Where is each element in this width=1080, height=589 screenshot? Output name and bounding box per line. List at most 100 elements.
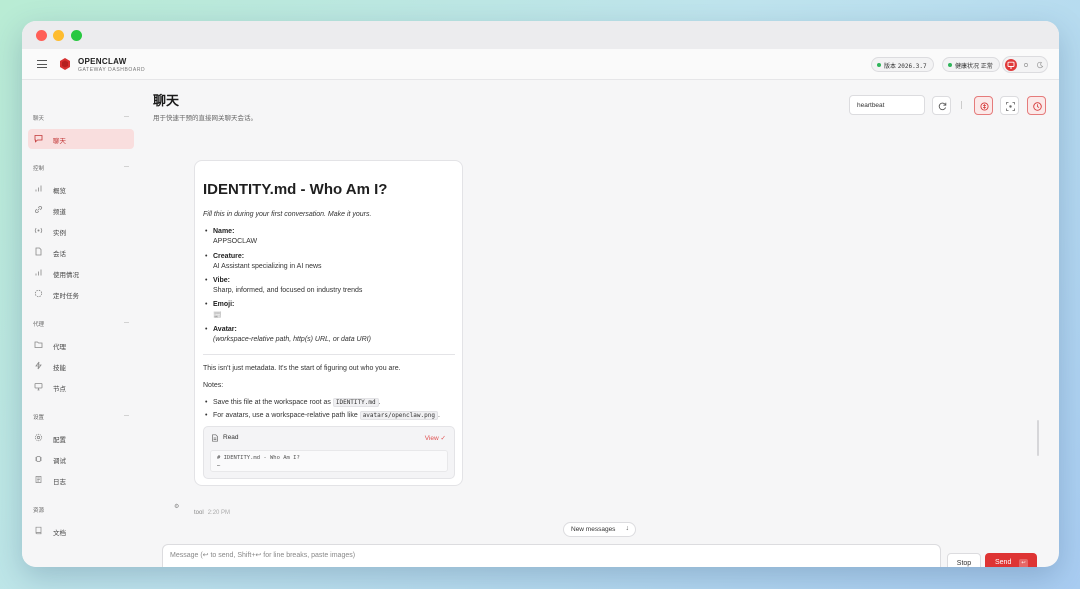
gear-icon [34,433,43,442]
inline-code: IDENTITY.md [332,398,379,407]
book-icon [35,526,42,535]
session-select[interactable] [849,95,925,115]
openclaw-logo-icon [60,58,70,70]
sidebar-item-label: 使用情况 [53,272,79,279]
sidebar-item-debug[interactable]: 调试 [28,449,134,469]
status-dot-icon [877,63,881,67]
scrollbar[interactable] [1037,420,1039,456]
theme-system-button[interactable] [1005,59,1017,71]
send-button[interactable]: Send ↩ [985,553,1037,567]
sidebar-item-channels[interactable]: 频道 [28,200,134,220]
timer-icon [34,289,43,298]
view-button[interactable]: View ✓ [425,434,446,442]
timestamp: 2:20 PM [207,510,231,516]
sidebar-item-usage[interactable]: 使用情况 [28,263,134,283]
bullet: • [205,326,208,333]
sidebar-item-label: 配置 [53,437,66,444]
bullet: • [205,277,208,284]
list-item: • Creature: AI Assistant specializing in… [205,253,453,270]
monitor-icon [34,383,43,391]
message-input[interactable]: Message (↩ to send, Shift+↩ for line bre… [162,544,941,567]
clock-icon [1033,102,1042,111]
theme-switcher [1002,56,1048,73]
chat-icon [34,135,43,143]
sidebar-section-resources[interactable]: 资源 [33,506,129,514]
sidebar-item-docs[interactable]: 文档 [28,521,134,541]
send-label: Send [995,559,1012,566]
list-item: • Save this file at the workspace root a… [205,398,453,407]
brain-icon [980,102,989,111]
tool-output-preview: # IDENTITY.md - Who Am I? … [210,450,448,472]
bullet: • [205,301,208,308]
sidebar-item-overview[interactable]: 概览 [28,179,134,199]
sidebar-item-label: 代理 [53,344,66,351]
field-value: (workspace-relative path, http(s) URL, o… [213,336,371,343]
section-title: 资源 [33,508,45,514]
gear-icon: ⚙ [174,504,180,510]
sidebar-section-chat[interactable]: 聊天 — [33,114,129,122]
focus-icon [1006,102,1015,111]
app-header: OPENCLAW GATEWAY DASHBOARD 版本 2026.3.7 健… [22,49,1059,80]
bullet: • [205,412,208,419]
focus-mode-button[interactable] [1000,96,1019,115]
note-punct: . [437,412,440,419]
sidebar-item-nodes[interactable]: 节点 [28,377,134,397]
arrow-down-icon: ↓ [625,525,630,532]
code-line: # IDENTITY.md - Who Am I? [217,455,300,461]
sidebar-item-label: 文档 [53,530,66,537]
brand-title: OPENCLAW [78,57,127,66]
chevron-icon: — [124,114,129,120]
sidebar-item-label: 调试 [53,458,66,465]
chevron-icon: — [124,320,129,326]
sidebar-section-control[interactable]: 控制 — [33,164,129,172]
monitor-icon [1007,61,1015,69]
sidebar-section-agents[interactable]: 代理 — [33,320,129,328]
bullet: • [205,228,208,235]
new-messages-button[interactable]: New messages ↓ [563,522,636,537]
stop-button[interactable]: Stop [947,553,981,567]
thinking-toggle-button[interactable] [974,96,993,115]
sidebar-item-sessions[interactable]: 会话 [28,242,134,262]
zap-icon [35,361,42,370]
bar-chart-icon [35,269,42,276]
sidebar: 聊天 — 聊天 控制 — 概览 频道 实例 会话 使用情况 定时任务 代理 — … [22,80,140,567]
folder-icon [34,341,43,348]
sidebar-item-label: 频道 [53,209,66,216]
refresh-button[interactable] [932,96,951,115]
log-icon [35,476,42,483]
note-text: Save this file at the workspace root as [213,399,331,406]
menu-icon[interactable] [37,60,47,68]
sidebar-item-logs[interactable]: 日志 [28,470,134,490]
sidebar-item-cron[interactable]: 定时任务 [28,284,134,304]
note-text: For avatars, use a workspace-relative pa… [213,412,358,419]
health-label: 健康状况 [955,64,980,70]
sidebar-item-label: 定时任务 [53,293,79,300]
sidebar-item-label: 节点 [53,386,66,393]
list-item: • Name: APPSOCLAW [205,228,453,245]
field-key: Emoji: [213,301,235,308]
main-panel: 聊天 用于快速干预的直接网关聊天会话。 IDENTITY.md - Who Am… [140,80,1059,567]
page-subtitle: 用于快速干预的直接网关聊天会话。 [153,115,257,122]
close-window-button[interactable] [36,30,47,41]
list-item: • Vibe: Sharp, informed, and focused on … [205,277,453,294]
assistant-message-card: IDENTITY.md - Who Am I? Fill this in dur… [194,160,463,486]
sidebar-item-instances[interactable]: 实例 [28,221,134,241]
link-icon [35,206,42,213]
sidebar-section-settings[interactable]: 设置 — [33,413,129,421]
sidebar-item-skills[interactable]: 技能 [28,356,134,376]
sidebar-item-agents[interactable]: 代理 [28,335,134,355]
minimize-window-button[interactable] [53,30,64,41]
tool-call-card: Read View ✓ # IDENTITY.md - Who Am I? … [203,426,455,479]
theme-dark-button[interactable] [1034,59,1046,71]
radio-icon [34,227,43,234]
sidebar-item-label: 实例 [53,230,66,237]
cron-toggle-button[interactable] [1027,96,1046,115]
field-value: AI Assistant specializing in AI news [213,263,322,270]
sidebar-item-config[interactable]: 配置 [28,428,134,448]
sun-icon [1024,63,1028,67]
version-label: 版本 [884,64,897,70]
maximize-window-button[interactable] [71,30,82,41]
health-badge: 健康状况 正常 [942,57,1000,72]
theme-light-button[interactable] [1020,59,1032,71]
sidebar-item-chat[interactable]: 聊天 [28,129,134,149]
